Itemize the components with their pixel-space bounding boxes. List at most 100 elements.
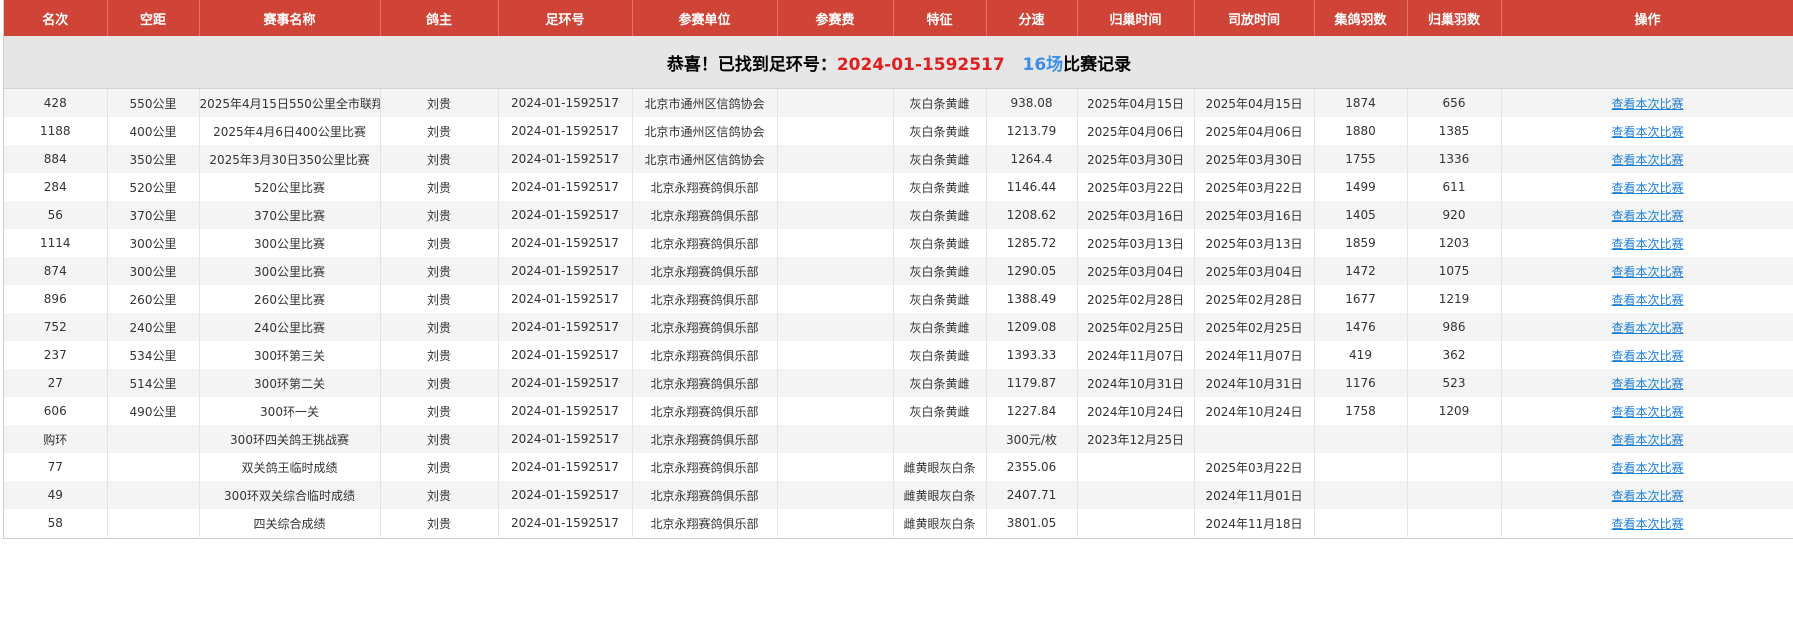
banner-prefix: 恭喜！已找到足环号： xyxy=(666,54,837,75)
table-cell: 1179.87 xyxy=(986,369,1078,397)
table-row: 284 520公里 520公里比赛 刘贵 2024-01-1592517 北京永翔赛鸽俱乐… xyxy=(4,173,1793,201)
table-cell: 灰白条黄雌 xyxy=(893,285,987,313)
table-cell: 237 xyxy=(4,341,108,369)
view-race-link[interactable]: 查看本次比赛 xyxy=(1611,125,1683,139)
table-cell: 北京永翔赛鸽俱乐部 xyxy=(632,509,778,537)
table-cell: 1208.62 xyxy=(986,201,1078,229)
table-cell: 27 xyxy=(4,369,108,397)
table-cell: 300元/枚 xyxy=(986,425,1078,453)
table-cell: 362 xyxy=(1407,341,1502,369)
table-cell: 灰白条黄雌 xyxy=(893,341,987,369)
view-race-link[interactable]: 查看本次比赛 xyxy=(1611,209,1683,223)
table-cell: 2024-01-1592517 xyxy=(498,257,633,285)
table-cell: 2024-01-1592517 xyxy=(498,313,633,341)
table-cell: 1188 xyxy=(4,117,108,145)
table-row: 27 514公里 300环第二关 刘贵 2024-01-1592517 北京永翔赛鸽俱乐部… xyxy=(4,369,1793,397)
table-cell: 北京永翔赛鸽俱乐部 xyxy=(632,201,778,229)
table-row: 购环 300环四关鸽王挑战赛 刘贵 2024-01-1592517 北京永翔赛鸽俱乐部 3… xyxy=(4,425,1793,453)
table-cell: 1874 xyxy=(1314,88,1408,117)
table-cell: 400公里 xyxy=(107,117,200,145)
table-cell: 1476 xyxy=(1314,313,1408,341)
table-cell: 3801.05 xyxy=(986,509,1078,537)
table-cell: 雌黄眼灰白条 xyxy=(893,481,987,509)
view-race-link[interactable]: 查看本次比赛 xyxy=(1611,517,1683,531)
action-cell: 查看本次比赛 xyxy=(1501,369,1793,397)
table-cell: 2024-01-1592517 xyxy=(498,369,633,397)
view-race-link[interactable]: 查看本次比赛 xyxy=(1611,265,1683,279)
result-banner: 恭喜！已找到足环号：2024-01-1592517 16场比赛记录 xyxy=(4,36,1793,89)
table-row: 49 300环双关综合临时成绩 刘贵 2024-01-1592517 北京永翔赛鸽俱乐部… xyxy=(4,481,1793,509)
table-cell: 2024年10月31日 xyxy=(1194,369,1315,397)
table-cell: 520公里比赛 xyxy=(199,173,381,201)
table-cell: 2024-01-1592517 xyxy=(498,173,633,201)
table-cell: 1758 xyxy=(1314,397,1408,425)
column-header: 参赛单位 xyxy=(632,0,778,36)
table-row: 58 四关综合成绩 刘贵 2024-01-1592517 北京永翔赛鸽俱乐部 雌黄眼灰白条… xyxy=(4,509,1793,537)
table-cell xyxy=(777,313,894,341)
table-row: 1188 400公里 2025年4月6日400公里比赛 刘贵 2024-01-15925… xyxy=(4,117,1793,145)
table-cell: 1336 xyxy=(1407,145,1502,173)
table-cell: 2024年11月07日 xyxy=(1077,341,1195,369)
table-cell: 刘贵 xyxy=(380,453,499,481)
table-cell: 2025年03月22日 xyxy=(1194,453,1315,481)
view-race-link[interactable]: 查看本次比赛 xyxy=(1611,237,1683,251)
view-race-link[interactable]: 查看本次比赛 xyxy=(1611,377,1683,391)
table-cell: 北京永翔赛鸽俱乐部 xyxy=(632,481,778,509)
table-cell: 2025年02月28日 xyxy=(1194,285,1315,313)
action-cell: 查看本次比赛 xyxy=(1501,341,1793,369)
table-cell: 2025年03月16日 xyxy=(1194,201,1315,229)
table-cell: 300环第三关 xyxy=(199,341,381,369)
view-race-link[interactable]: 查看本次比赛 xyxy=(1611,293,1683,307)
table-cell: 2024-01-1592517 xyxy=(498,341,633,369)
table-cell xyxy=(1314,453,1408,481)
view-race-link[interactable]: 查看本次比赛 xyxy=(1611,321,1683,335)
table-cell xyxy=(777,229,894,257)
view-race-link[interactable]: 查看本次比赛 xyxy=(1611,181,1683,195)
table-row: 752 240公里 240公里比赛 刘贵 2024-01-1592517 北京永翔赛鸽俱乐… xyxy=(4,313,1793,341)
table-cell: 606 xyxy=(4,397,108,425)
table-cell: 灰白条黄雌 xyxy=(893,117,987,145)
table-cell: 370公里比赛 xyxy=(199,201,381,229)
view-race-link[interactable]: 查看本次比赛 xyxy=(1611,489,1683,503)
view-race-link[interactable]: 查看本次比赛 xyxy=(1611,433,1683,447)
table-cell xyxy=(777,397,894,425)
table-cell: 北京永翔赛鸽俱乐部 xyxy=(632,369,778,397)
view-race-link[interactable]: 查看本次比赛 xyxy=(1611,153,1683,167)
table-cell xyxy=(107,453,200,481)
table-cell: 1285.72 xyxy=(986,229,1078,257)
table-cell: 240公里比赛 xyxy=(199,313,381,341)
table-cell: 56 xyxy=(4,201,108,229)
table-cell: 2025年04月06日 xyxy=(1077,117,1195,145)
table-cell: 北京市通州区信鸽协会 xyxy=(632,117,778,145)
table-cell: 1755 xyxy=(1314,145,1408,173)
table-cell: 刘贵 xyxy=(380,369,499,397)
table-cell: 1677 xyxy=(1314,285,1408,313)
table-cell: 刘贵 xyxy=(380,509,499,537)
table-cell: 520公里 xyxy=(107,173,200,201)
table-cell: 刘贵 xyxy=(380,481,499,509)
column-header: 操作 xyxy=(1501,0,1793,36)
view-race-link[interactable]: 查看本次比赛 xyxy=(1611,97,1683,111)
banner-ring-number: 2024-01-1592517 xyxy=(836,54,1005,75)
view-race-link[interactable]: 查看本次比赛 xyxy=(1611,349,1683,363)
table-cell: 2024-01-1592517 xyxy=(498,425,633,453)
table-cell: 419 xyxy=(1314,341,1408,369)
table-cell xyxy=(1194,425,1315,453)
table-cell: 260公里比赛 xyxy=(199,285,381,313)
view-race-link[interactable]: 查看本次比赛 xyxy=(1611,405,1683,419)
table-cell: 656 xyxy=(1407,88,1502,117)
action-cell: 查看本次比赛 xyxy=(1501,173,1793,201)
table-row: 237 534公里 300环第三关 刘贵 2024-01-1592517 北京永翔赛鸽俱乐… xyxy=(4,341,1793,369)
table-cell: 1859 xyxy=(1314,229,1408,257)
column-header: 特征 xyxy=(893,0,987,36)
table-cell: 2025年04月15日 xyxy=(1077,88,1195,117)
table-cell xyxy=(777,425,894,453)
column-header: 鸽主 xyxy=(380,0,499,36)
action-cell: 查看本次比赛 xyxy=(1501,229,1793,257)
table-cell: 刘贵 xyxy=(380,173,499,201)
column-header: 参赛费 xyxy=(777,0,894,36)
table-row: 56 370公里 370公里比赛 刘贵 2024-01-1592517 北京永翔赛鸽俱乐部… xyxy=(4,201,1793,229)
table-cell xyxy=(777,285,894,313)
view-race-link[interactable]: 查看本次比赛 xyxy=(1611,461,1683,475)
table-cell: 1176 xyxy=(1314,369,1408,397)
